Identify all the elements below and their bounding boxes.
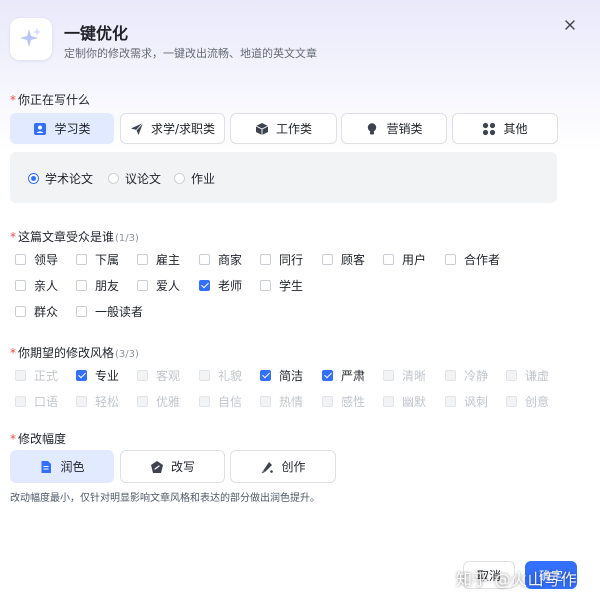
style-checkbox[interactable]: 冷静 xyxy=(445,367,488,384)
document-icon xyxy=(39,460,53,474)
style-checkbox-professional[interactable]: 专业 xyxy=(76,367,119,384)
type-option-other[interactable]: 其他 xyxy=(452,113,558,144)
audience-checkbox[interactable]: 领导 xyxy=(15,251,58,268)
style-checkbox[interactable]: 礼貌 xyxy=(199,367,242,384)
sub-type-panel: 学术论文 议论文 作业 xyxy=(10,152,557,203)
sub-option-academic[interactable]: 学术论文 xyxy=(28,170,93,187)
audience-checkbox[interactable]: 商家 xyxy=(199,251,242,268)
style-checkbox[interactable]: 创意 xyxy=(506,393,549,410)
style-checkbox[interactable]: 热情 xyxy=(260,393,303,410)
style-label: * 你期望的修改风格(3/3) xyxy=(10,346,139,360)
sub-option-argumentative[interactable]: 议论文 xyxy=(108,170,161,187)
sub-option-homework[interactable]: 作业 xyxy=(174,170,215,187)
close-button[interactable] xyxy=(561,16,579,34)
type-option-marketing[interactable]: 营销类 xyxy=(341,113,447,144)
audience-checkbox[interactable]: 亲人 xyxy=(15,277,58,294)
audience-checkbox[interactable]: 下属 xyxy=(76,251,119,268)
dialog-subtitle: 定制你的修改需求，一键改出流畅、地道的英文文章 xyxy=(64,47,317,60)
audience-checkbox[interactable]: 爱人 xyxy=(137,277,180,294)
box-icon xyxy=(255,122,269,136)
audience-checkbox[interactable]: 学生 xyxy=(260,277,303,294)
degree-option-create[interactable]: 创作 xyxy=(230,450,336,483)
audience-checkbox[interactable]: 顾客 xyxy=(322,251,365,268)
degree-hint: 改动幅度最小，仅针对明显影响文章风格和表达的部分做出润色提升。 xyxy=(10,493,320,504)
person-card-icon xyxy=(33,122,47,136)
audience-label: * 这篇文章受众是谁(1/3) xyxy=(10,230,139,244)
degree-option-polish[interactable]: 润色 xyxy=(10,450,114,483)
audience-checkbox[interactable]: 合作者 xyxy=(445,251,500,268)
radio-dot xyxy=(28,173,39,184)
style-checkbox[interactable]: 讽刺 xyxy=(445,393,488,410)
type-option-label: 其他 xyxy=(503,122,528,136)
radio-dot xyxy=(108,173,119,184)
watermark: 知乎 @火山写作 xyxy=(456,570,578,589)
audience-checkbox-teacher[interactable]: 老师 xyxy=(199,277,242,294)
style-checkbox-concise[interactable]: 简洁 xyxy=(260,367,303,384)
creative-icon xyxy=(260,460,274,474)
grid-icon xyxy=(482,122,496,136)
radio-dot xyxy=(174,173,185,184)
type-option-label: 求学/求职类 xyxy=(150,122,216,136)
audience-checkbox[interactable]: 用户 xyxy=(383,251,426,268)
audience-checkbox[interactable]: 一般读者 xyxy=(76,303,143,320)
rewrite-icon xyxy=(150,460,164,474)
app-logo xyxy=(10,18,52,60)
audience-checkbox[interactable]: 雇主 xyxy=(137,251,180,268)
paper-plane-icon xyxy=(130,122,144,136)
type-option-apply[interactable]: 求学/求职类 xyxy=(120,113,225,144)
audience-checkbox[interactable]: 群众 xyxy=(15,303,58,320)
required-mark: * xyxy=(10,346,16,360)
type-option-work[interactable]: 工作类 xyxy=(230,113,337,144)
required-mark: * xyxy=(10,93,16,107)
style-checkbox[interactable]: 幽默 xyxy=(383,393,426,410)
style-checkbox[interactable]: 口语 xyxy=(15,393,58,410)
dialog-title: 一键优化 xyxy=(64,24,129,43)
style-checkbox[interactable]: 客观 xyxy=(137,367,180,384)
style-checkbox[interactable]: 清晰 xyxy=(383,367,426,384)
style-checkbox[interactable]: 优雅 xyxy=(137,393,180,410)
style-checkbox[interactable]: 谦虚 xyxy=(506,367,549,384)
style-checkbox-serious[interactable]: 严肃 xyxy=(322,367,365,384)
style-checkbox[interactable]: 正式 xyxy=(15,367,58,384)
close-icon xyxy=(565,20,575,30)
bulb-icon xyxy=(365,122,379,136)
type-option-label: 学习类 xyxy=(54,122,91,136)
required-mark: * xyxy=(10,230,16,244)
type-option-study[interactable]: 学习类 xyxy=(10,113,114,144)
style-checkbox[interactable]: 自信 xyxy=(199,393,242,410)
degree-label: * 修改幅度 xyxy=(10,432,67,446)
type-option-label: 营销类 xyxy=(386,122,423,136)
degree-option-rewrite[interactable]: 改写 xyxy=(120,450,225,483)
type-option-label: 工作类 xyxy=(275,122,312,136)
sparkle-icon xyxy=(20,28,41,47)
audience-checkbox[interactable]: 同行 xyxy=(260,251,303,268)
style-checkbox[interactable]: 轻松 xyxy=(76,393,119,410)
audience-checkbox[interactable]: 朋友 xyxy=(76,277,119,294)
writing-type-label: * 你正在写什么 xyxy=(10,93,91,107)
required-mark: * xyxy=(10,432,16,446)
style-checkbox[interactable]: 感性 xyxy=(322,393,365,410)
